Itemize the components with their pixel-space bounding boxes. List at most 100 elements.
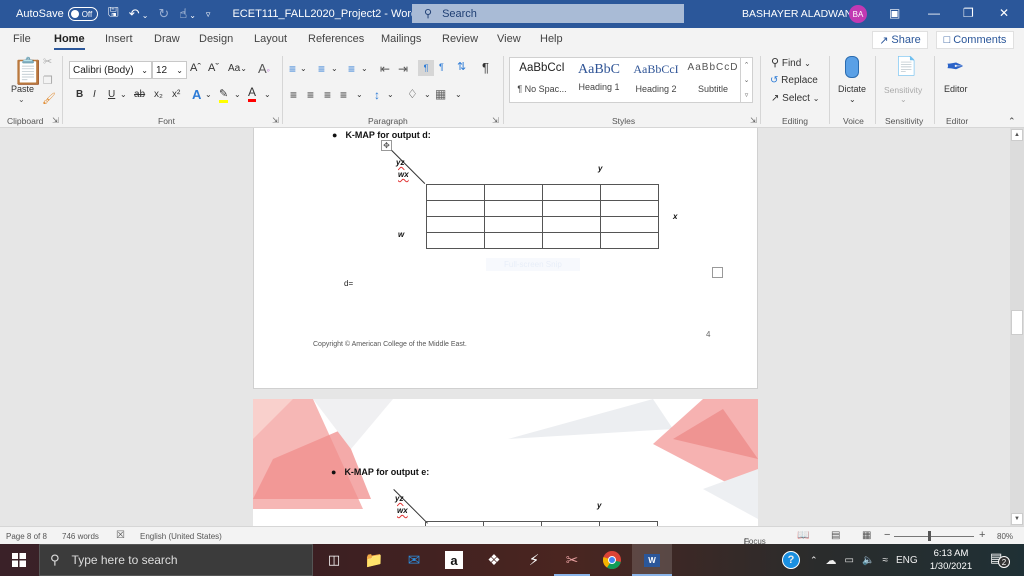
kmap-cell[interactable] [426,216,485,233]
sort-icon[interactable]: ⇅ [457,60,466,73]
mail-icon[interactable]: ✉ [396,544,432,576]
zoom-slider-thumb[interactable] [928,531,931,541]
underline-dropdown-icon[interactable]: ⌄ [120,90,127,99]
word-taskbar-icon[interactable]: W [632,544,672,576]
start-button[interactable] [0,544,38,576]
kmap-cell[interactable] [484,200,543,217]
style-subtitle[interactable]: AaBbCcD Subtitle [686,62,740,94]
clipboard-launcher-icon[interactable]: ⇲ [52,116,59,125]
document-canvas[interactable]: ●K-MAP for output d: ✥ yz wx y x w z Ful… [0,128,1010,526]
vertical-scrollbar[interactable]: ▲ ▼ [1010,128,1024,526]
ribbon-display-options-icon[interactable]: ▣ [889,6,900,20]
user-name[interactable]: BASHAYER ALADWANI [742,8,855,20]
kmap-cell[interactable] [542,232,601,249]
battery-icon[interactable]: ▭ [845,555,854,566]
page-count[interactable]: Page 8 of 8 [6,532,47,541]
chevron-down-icon[interactable]: ⌄ [849,95,856,104]
select-button[interactable]: ↗ Select ⌄ [771,93,819,104]
chevron-down-icon[interactable]: ⌄ [361,64,368,73]
font-name-select[interactable]: Calibri (Body) ⌄ [69,61,152,79]
tab-home[interactable]: Home [54,33,85,50]
editor-button[interactable]: Editor [944,84,968,94]
align-center-icon[interactable]: ≡ [307,88,314,102]
tab-design[interactable]: Design [199,33,233,45]
subscript-button[interactable]: x₂ [154,89,163,100]
ltr-direction-icon[interactable]: ¶ [418,60,434,76]
print-layout-icon[interactable]: ▤ [831,530,840,541]
line-spacing-icon[interactable]: ↕ [374,88,380,102]
wifi-icon[interactable]: ≈ [882,555,888,566]
read-mode-icon[interactable]: 📖 [797,530,809,541]
chevron-down-icon[interactable]: ⌄ [300,64,307,73]
amazon-icon[interactable]: a [436,544,472,576]
clock[interactable]: 6:13 AM 1/30/2021 [920,547,982,573]
tab-view[interactable]: View [497,33,521,45]
answer-label-d[interactable]: d= [344,279,353,288]
kmap-cell[interactable] [484,232,543,249]
styles-launcher-icon[interactable]: ⇲ [750,116,757,125]
italic-button[interactable]: I [93,89,96,100]
kmap-cell[interactable] [600,184,659,201]
tab-mailings[interactable]: Mailings [381,33,421,45]
bullets-icon[interactable]: ≡ [289,62,296,76]
paste-dropdown-icon[interactable]: ⌄ [18,95,25,104]
multilevel-list-icon[interactable]: ≡ [348,62,355,76]
dictate-button[interactable]: Dictate [838,84,866,94]
chevron-up-icon[interactable]: ⌃ [744,61,750,69]
restore-icon[interactable]: ❐ [963,6,974,20]
save-icon[interactable]: 🖫 [108,3,119,25]
comments-button[interactable]: □ Comments [936,31,1014,49]
touch-mode-icon[interactable]: ☝ ⌄ [179,6,196,22]
autosave-toggle[interactable]: Off [67,7,98,21]
proofing-icon[interactable]: ☒ [116,530,125,541]
word-count[interactable]: 746 words [62,532,99,541]
kmap-cell[interactable] [426,232,485,249]
dropbox-icon[interactable]: ❖ [476,544,512,576]
borders-icon[interactable]: ▦ [435,87,446,101]
zoom-level[interactable]: 80% [997,532,1013,541]
close-icon[interactable]: ✕ [999,6,1009,20]
kmap-cell[interactable] [484,216,543,233]
chevron-down-icon[interactable]: ⌄ [331,64,338,73]
show-formatting-icon[interactable]: ¶ [482,60,489,75]
tab-file[interactable]: File [13,33,31,45]
editor-pen-icon[interactable]: ✒ [946,54,964,80]
input-language[interactable]: ENG [896,555,918,566]
chevron-down-icon[interactable]: ⌄ [356,90,363,99]
kmap-cell[interactable] [600,216,659,233]
scroll-thumb[interactable] [1011,310,1023,335]
find-button[interactable]: ⚲ Find ⌄ [771,56,811,69]
font-color-icon[interactable]: A [248,86,257,102]
help-icon[interactable]: ? [782,551,800,569]
kmap-cell[interactable] [542,184,601,201]
kmap-cell[interactable] [600,232,659,249]
copy-icon[interactable]: ❐ [43,74,53,87]
chevron-down-icon[interactable]: ⌄ [455,90,462,99]
kmap-cell[interactable] [542,200,601,217]
title-search-box[interactable]: ⚲ Search [412,4,684,23]
minimize-icon[interactable]: — [928,6,940,20]
kmap-cell[interactable] [542,216,601,233]
chevron-up-icon[interactable]: ⌃ [810,555,818,566]
table-move-handle-icon[interactable]: ✥ [381,140,392,151]
collapse-ribbon-icon[interactable]: ⌃ [1008,116,1016,127]
layout-options-icon[interactable] [712,267,723,278]
kmap-cell[interactable] [426,200,485,217]
undo-icon[interactable]: ↶ ⌄ [129,6,149,22]
share-button[interactable]: ↗ Share [872,31,928,49]
replace-button[interactable]: ↺ Replace [770,75,818,86]
decrease-indent-icon[interactable]: ⇤ [380,62,390,76]
chevron-down-icon[interactable]: ⌄ [424,90,431,99]
zoom-in-button[interactable]: + [979,529,985,541]
tab-layout[interactable]: Layout [254,33,287,45]
tab-insert[interactable]: Insert [105,33,133,45]
font-launcher-icon[interactable]: ⇲ [272,116,279,125]
style-heading-1[interactable]: AaBbC Heading 1 [572,62,626,92]
chevron-down-icon[interactable]: ⌄ [234,90,241,99]
microphone-icon[interactable] [845,56,859,78]
style-no-spacing[interactable]: AaBbCcI ¶ No Spac... [514,62,570,94]
winamp-icon[interactable]: ⚡ [516,544,552,576]
chevron-down-icon[interactable]: ⌄ [387,90,394,99]
increase-indent-icon[interactable]: ⇥ [398,62,408,76]
web-layout-icon[interactable]: ▦ [862,530,871,541]
